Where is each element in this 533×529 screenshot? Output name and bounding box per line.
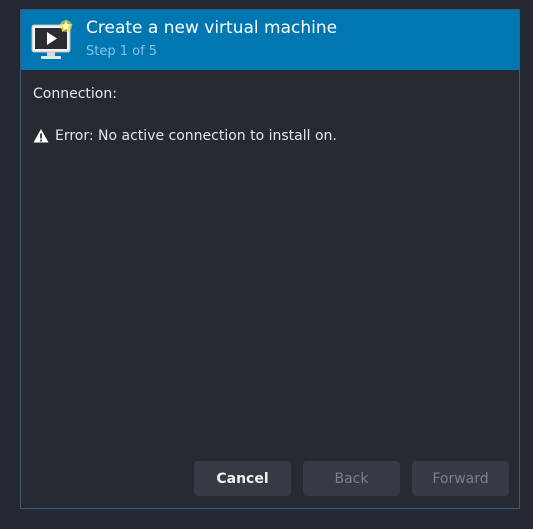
forward-button[interactable]: Forward xyxy=(412,461,509,496)
dialog-header: Create a new virtual machine Step 1 of 5 xyxy=(21,10,519,70)
vm-monitor-new-icon xyxy=(30,18,76,62)
back-button[interactable]: Back xyxy=(303,461,400,496)
step-indicator: Step 1 of 5 xyxy=(86,44,158,59)
error-message-row: Error: No active connection to install o… xyxy=(33,127,337,145)
error-text: Error: No active connection to install o… xyxy=(55,128,337,144)
new-vm-dialog: Create a new virtual machine Step 1 of 5… xyxy=(20,9,520,509)
cancel-button[interactable]: Cancel xyxy=(194,461,291,496)
connection-label: Connection: xyxy=(33,86,117,102)
warning-icon xyxy=(33,128,49,144)
dialog-title: Create a new virtual machine xyxy=(86,18,338,38)
